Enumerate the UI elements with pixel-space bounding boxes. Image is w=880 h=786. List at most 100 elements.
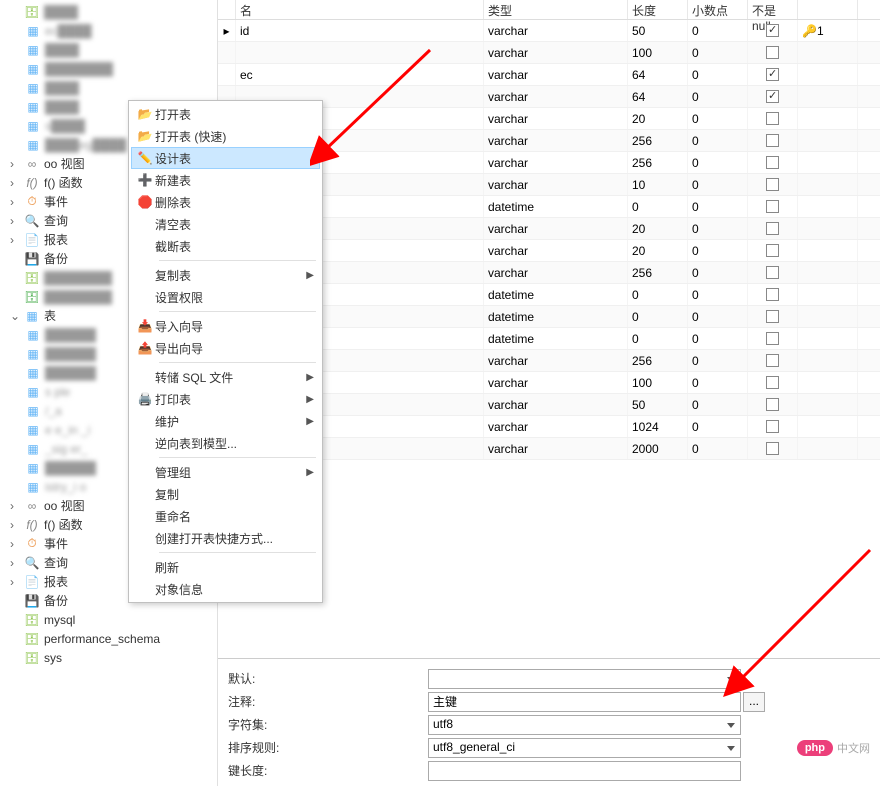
tree-db-perf[interactable]: 🗄performance_schema <box>0 629 217 648</box>
cell-length[interactable]: 0 <box>628 328 688 349</box>
menu-item[interactable]: 📂打开表 <box>131 103 320 125</box>
cell-length[interactable]: 20 <box>628 108 688 129</box>
cell-decimals[interactable]: 0 <box>688 262 748 283</box>
menu-item[interactable]: 复制 <box>131 483 320 505</box>
checkbox-icon[interactable] <box>766 112 779 125</box>
keylen-input[interactable] <box>428 761 741 781</box>
table-row[interactable]: varchar1000 <box>218 42 880 64</box>
checkbox-icon[interactable] <box>766 398 779 411</box>
tree-table-blur[interactable]: ▦ec████ <box>0 21 217 40</box>
charset-select[interactable]: utf8 <box>428 715 741 735</box>
cell-length[interactable]: 256 <box>628 350 688 371</box>
cell-notnull[interactable] <box>748 350 798 371</box>
cell-decimals[interactable]: 0 <box>688 372 748 393</box>
menu-item[interactable]: 🖨️打印表▶ <box>131 388 320 410</box>
cell-decimals[interactable]: 0 <box>688 240 748 261</box>
checkbox-icon[interactable] <box>766 24 779 37</box>
cell-length[interactable]: 20 <box>628 240 688 261</box>
menu-item[interactable]: 清空表 <box>131 213 320 235</box>
checkbox-icon[interactable] <box>766 244 779 257</box>
checkbox-icon[interactable] <box>766 156 779 169</box>
cell-decimals[interactable]: 0 <box>688 174 748 195</box>
cell-length[interactable]: 64 <box>628 86 688 107</box>
menu-item[interactable]: ✏️设计表 <box>131 147 320 169</box>
cell-length[interactable]: 0 <box>628 196 688 217</box>
cell-notnull[interactable] <box>748 152 798 173</box>
checkbox-icon[interactable] <box>766 310 779 323</box>
menu-item[interactable]: 逆向表到模型... <box>131 432 320 454</box>
cell-decimals[interactable]: 0 <box>688 64 748 85</box>
cell-decimals[interactable]: 0 <box>688 350 748 371</box>
cell-type[interactable]: datetime <box>484 284 628 305</box>
cell-decimals[interactable]: 0 <box>688 394 748 415</box>
cell-type[interactable]: varchar <box>484 416 628 437</box>
cell-notnull[interactable] <box>748 20 798 41</box>
menu-item[interactable]: 创建打开表快捷方式... <box>131 527 320 549</box>
menu-item[interactable]: 维护▶ <box>131 410 320 432</box>
cell-type[interactable]: varchar <box>484 152 628 173</box>
cell-type[interactable]: varchar <box>484 262 628 283</box>
cell-length[interactable]: 20 <box>628 218 688 239</box>
cell-length[interactable]: 50 <box>628 20 688 41</box>
menu-item[interactable]: 设置权限 <box>131 286 320 308</box>
cell-type[interactable]: varchar <box>484 438 628 459</box>
cell-type[interactable]: varchar <box>484 394 628 415</box>
checkbox-icon[interactable] <box>766 420 779 433</box>
checkbox-icon[interactable] <box>766 288 779 301</box>
checkbox-icon[interactable] <box>766 354 779 367</box>
menu-item[interactable]: 📤导出向导 <box>131 337 320 359</box>
cell-decimals[interactable]: 0 <box>688 218 748 239</box>
tree-db-sys[interactable]: 🗄sys <box>0 648 217 667</box>
cell-notnull[interactable] <box>748 218 798 239</box>
cell-notnull[interactable] <box>748 262 798 283</box>
col-header-name[interactable]: 名 <box>236 0 484 19</box>
menu-item[interactable]: 📥导入向导 <box>131 315 320 337</box>
cell-type[interactable]: varchar <box>484 108 628 129</box>
cell-length[interactable]: 2000 <box>628 438 688 459</box>
checkbox-icon[interactable] <box>766 178 779 191</box>
tree-db-mysql[interactable]: 🗄mysql <box>0 610 217 629</box>
cell-type[interactable]: varchar <box>484 350 628 371</box>
cell-type[interactable]: varchar <box>484 130 628 151</box>
cell-length[interactable]: 1024 <box>628 416 688 437</box>
cell-type[interactable]: varchar <box>484 20 628 41</box>
cell-length[interactable]: 256 <box>628 262 688 283</box>
cell-notnull[interactable] <box>748 416 798 437</box>
cell-decimals[interactable]: 0 <box>688 416 748 437</box>
cell-type[interactable]: varchar <box>484 372 628 393</box>
cell-type[interactable]: datetime <box>484 196 628 217</box>
menu-item[interactable]: 📂打开表 (快速) <box>131 125 320 147</box>
col-header-type[interactable]: 类型 <box>484 0 628 19</box>
cell-notnull[interactable] <box>748 130 798 151</box>
menu-item[interactable]: 截断表 <box>131 235 320 257</box>
cell-length[interactable]: 256 <box>628 130 688 151</box>
menu-item[interactable]: 刷新 <box>131 556 320 578</box>
col-header-decimals[interactable]: 小数点 <box>688 0 748 19</box>
cell-type[interactable]: varchar <box>484 240 628 261</box>
cell-length[interactable]: 64 <box>628 64 688 85</box>
cell-name[interactable] <box>236 42 484 63</box>
cell-type[interactable]: datetime <box>484 306 628 327</box>
cell-notnull[interactable] <box>748 64 798 85</box>
cell-notnull[interactable] <box>748 438 798 459</box>
checkbox-icon[interactable] <box>766 222 779 235</box>
tree-table-blur[interactable]: ▦████ <box>0 78 217 97</box>
checkbox-icon[interactable] <box>766 134 779 147</box>
checkbox-icon[interactable] <box>766 200 779 213</box>
tree-table-blur[interactable]: ▦████ <box>0 40 217 59</box>
col-header-length[interactable]: 长度 <box>628 0 688 19</box>
cell-decimals[interactable]: 0 <box>688 42 748 63</box>
cell-notnull[interactable] <box>748 284 798 305</box>
table-row[interactable]: ▸idvarchar500🔑1 <box>218 20 880 42</box>
cell-decimals[interactable]: 0 <box>688 284 748 305</box>
cell-type[interactable]: varchar <box>484 218 628 239</box>
checkbox-icon[interactable] <box>766 332 779 345</box>
checkbox-icon[interactable] <box>766 442 779 455</box>
cell-decimals[interactable]: 0 <box>688 86 748 107</box>
cell-length[interactable]: 10 <box>628 174 688 195</box>
menu-item[interactable]: 管理组▶ <box>131 461 320 483</box>
cell-decimals[interactable]: 0 <box>688 196 748 217</box>
checkbox-icon[interactable] <box>766 90 779 103</box>
cell-decimals[interactable]: 0 <box>688 306 748 327</box>
cell-length[interactable]: 256 <box>628 152 688 173</box>
